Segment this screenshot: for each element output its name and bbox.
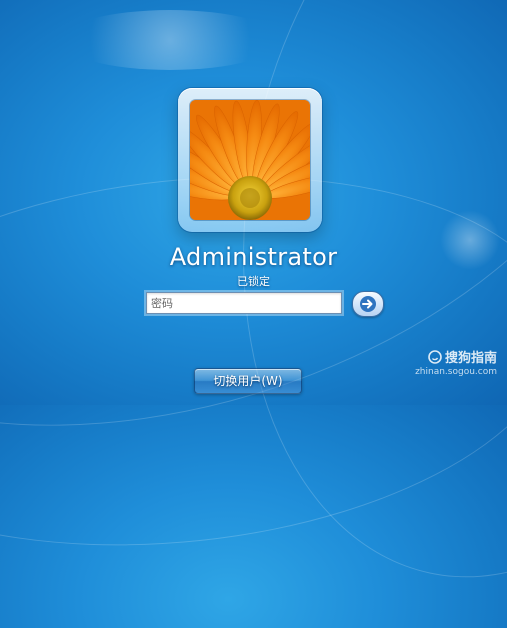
sogou-logo-icon [428,349,442,364]
user-name: Administrator [169,243,338,271]
watermark: 搜狗指南 zhinan.sogou.com [377,347,497,377]
watermark-url: zhinan.sogou.com [415,367,497,377]
switch-user-button[interactable]: 切换用户(W) [194,368,302,394]
watermark-brand-text: 搜狗指南 [444,351,497,366]
background-glow [60,10,280,70]
watermark-brand: 搜狗指南 [377,347,497,366]
arrow-right-icon [360,296,376,312]
user-avatar-frame [178,88,322,232]
user-avatar [190,100,310,220]
lock-status: 已锁定 [237,275,270,288]
submit-button[interactable] [352,291,384,317]
password-input[interactable] [146,292,342,314]
orange-gerbera-flower-icon [190,100,310,220]
